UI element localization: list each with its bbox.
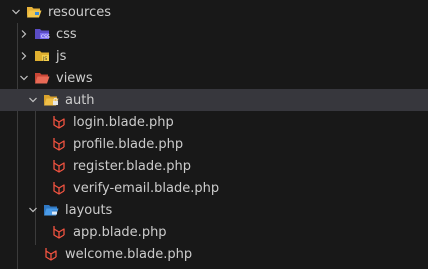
tree-item-label: views [56, 70, 93, 86]
tree-item-views[interactable]: views [0, 67, 428, 89]
tree-item-label: layouts [65, 202, 113, 218]
tree-item-label: verify-email.blade.php [73, 180, 220, 196]
folder-layouts-open-icon [43, 202, 59, 218]
folder-views-open-icon [34, 70, 50, 86]
tree-item-label: js [56, 48, 67, 64]
tree-item-label: register.blade.php [73, 158, 192, 174]
laravel-blade-icon [43, 246, 59, 262]
laravel-blade-icon [51, 114, 67, 130]
laravel-blade-icon [51, 224, 67, 240]
folder-js-icon: JS [34, 48, 50, 64]
tree-item-label: auth [65, 92, 95, 108]
chevron-right-icon[interactable] [16, 26, 32, 42]
chevron-down-icon[interactable] [25, 92, 41, 108]
tree-item-label: profile.blade.php [73, 136, 184, 152]
svg-text:JS: JS [42, 56, 47, 62]
tree-item-resources[interactable]: resources [0, 1, 428, 23]
chevron-down-icon[interactable] [16, 70, 32, 86]
tree-item-register-blade[interactable]: register.blade.php [0, 155, 428, 177]
tree-item-label: login.blade.php [73, 114, 174, 130]
laravel-blade-icon [51, 136, 67, 152]
folder-auth-open-icon [43, 92, 59, 108]
tree-item-welcome-blade[interactable]: welcome.blade.php [0, 243, 428, 265]
tree-item-js[interactable]: JS js [0, 45, 428, 67]
tree-item-profile-blade[interactable]: profile.blade.php [0, 133, 428, 155]
laravel-blade-icon [51, 158, 67, 174]
tree-item-label: welcome.blade.php [65, 246, 193, 262]
tree-item-layouts[interactable]: layouts [0, 199, 428, 221]
tree-item-label: app.blade.php [73, 224, 167, 240]
tree-item-label: css [56, 26, 77, 42]
folder-css-icon: CSS [34, 26, 50, 42]
folder-resources-open-icon [26, 4, 42, 20]
tree-item-css[interactable]: CSS css [0, 23, 428, 45]
laravel-blade-icon [51, 180, 67, 196]
svg-text:CSS: CSS [41, 34, 50, 40]
tree-item-auth[interactable]: auth [0, 89, 428, 111]
chevron-right-icon[interactable] [16, 48, 32, 64]
tree-item-app-blade[interactable]: app.blade.php [0, 221, 428, 243]
tree-item-verify-email-blade[interactable]: verify-email.blade.php [0, 177, 428, 199]
tree-item-label: resources [48, 4, 112, 20]
file-explorer-tree: resources CSS css JS js views auth login… [0, 0, 428, 269]
tree-item-login-blade[interactable]: login.blade.php [0, 111, 428, 133]
chevron-down-icon[interactable] [25, 202, 41, 218]
chevron-down-icon[interactable] [8, 4, 24, 20]
